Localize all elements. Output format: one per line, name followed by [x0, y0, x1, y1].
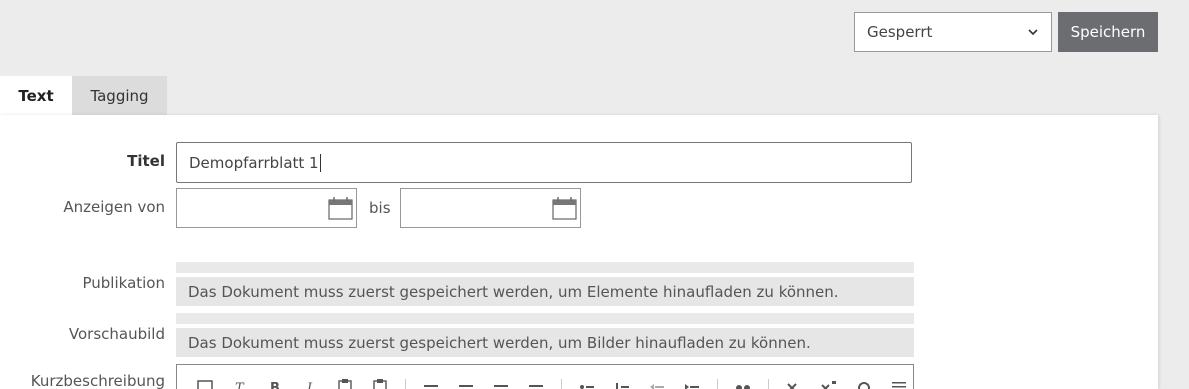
paste-icon[interactable] [335, 379, 355, 389]
indent-icon[interactable] [682, 379, 702, 389]
publication-info: Das Dokument muss zuerst gespeichert wer… [176, 277, 914, 306]
toolbar-separator [405, 379, 406, 389]
publication-upload-bar [176, 262, 914, 273]
clear-format-icon[interactable]: T [230, 379, 250, 389]
preview-info: Das Dokument muss zuerst gespeichert wer… [176, 328, 914, 357]
toolbar-separator [717, 379, 718, 389]
calendar-icon[interactable] [328, 197, 353, 220]
chevron-down-icon [1028, 29, 1038, 36]
svg-text:I: I [306, 381, 313, 389]
toolbar-separator [561, 379, 562, 389]
tab-text[interactable]: Text [0, 76, 72, 115]
display-from-label: Anzeigen von [63, 198, 165, 216]
display-to-date-input[interactable] [400, 188, 581, 228]
rich-text-editor[interactable]: T B I [176, 364, 914, 389]
display-to-label: bis [369, 199, 391, 217]
summary-label: Kurzbeschreibung [30, 372, 165, 389]
publication-label: Publikation [82, 274, 166, 292]
italic-icon[interactable]: I [300, 379, 320, 389]
align-left-icon[interactable] [421, 379, 441, 389]
text-caret [319, 153, 321, 172]
toolbar-separator [768, 379, 769, 389]
preview-upload-bar [176, 313, 914, 324]
tab-bar: Text Tagging [0, 76, 167, 115]
bullet-list-icon[interactable] [577, 379, 597, 389]
svg-text:T: T [235, 381, 245, 389]
quote-icon[interactable] [733, 379, 753, 389]
title-input-value: Demopfarrblatt 1 [189, 153, 319, 172]
align-justify-icon[interactable] [526, 379, 546, 389]
save-button[interactable]: Speichern [1058, 12, 1158, 52]
outdent-icon[interactable] [647, 379, 667, 389]
horizontal-rule-icon[interactable] [889, 379, 909, 389]
align-right-icon[interactable] [491, 379, 511, 389]
save-icon[interactable] [195, 379, 215, 389]
status-select[interactable]: Gesperrt [854, 12, 1052, 52]
title-input[interactable]: Demopfarrblatt 1 [176, 142, 912, 183]
numbered-list-icon[interactable] [612, 379, 632, 389]
status-select-value: Gesperrt [867, 23, 933, 41]
display-from-date-input[interactable] [176, 188, 357, 228]
paste-text-icon[interactable] [370, 379, 390, 389]
calendar-icon[interactable] [552, 197, 577, 220]
tab-tagging[interactable]: Tagging [72, 76, 167, 115]
svg-text:B: B [270, 381, 280, 389]
superscript-icon[interactable] [819, 379, 839, 389]
title-label: Titel [127, 152, 165, 170]
bold-icon[interactable]: B [265, 379, 285, 389]
subscript-icon[interactable] [784, 379, 804, 389]
preview-label: Vorschaubild [68, 325, 165, 343]
special-char-icon[interactable] [854, 379, 874, 389]
align-center-icon[interactable] [456, 379, 476, 389]
